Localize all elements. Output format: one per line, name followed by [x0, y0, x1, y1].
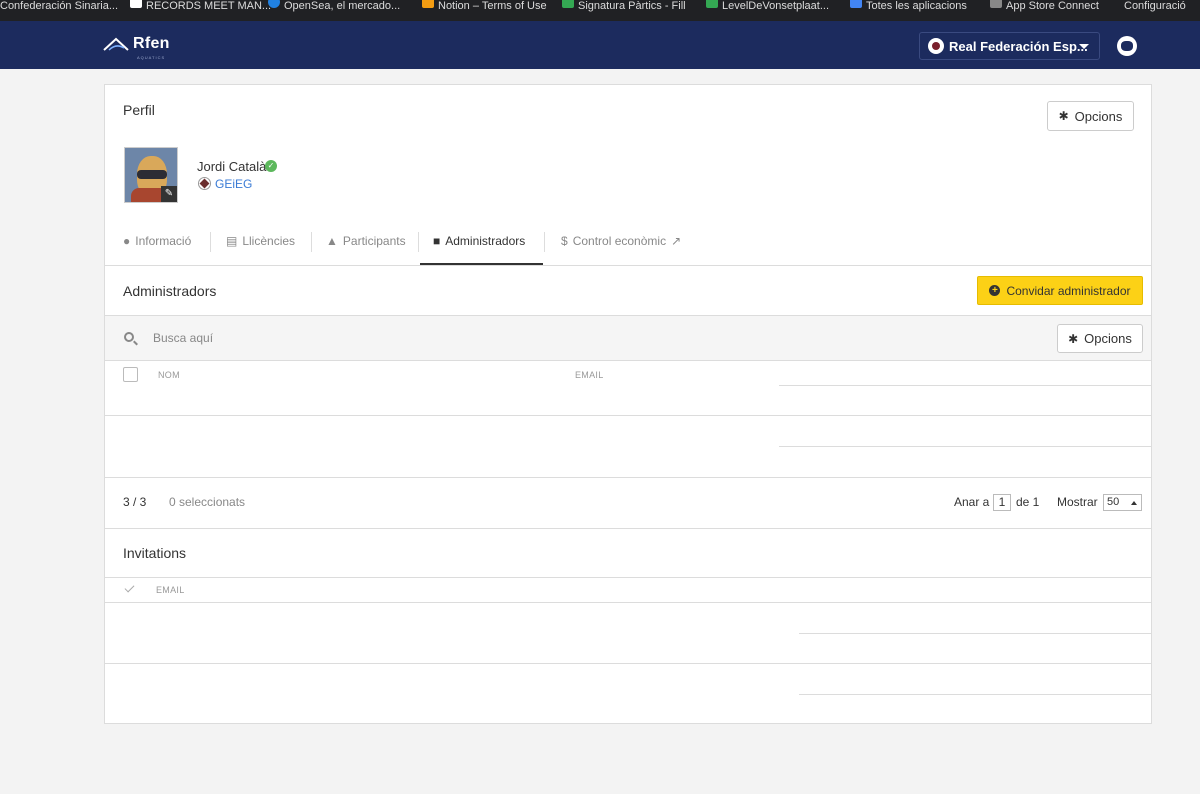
tab-separator	[311, 232, 312, 252]
results-count: 3 / 3	[123, 495, 147, 509]
bookmark-icon	[130, 0, 142, 8]
table-options-button[interactable]: ✱ Opcions	[1057, 324, 1143, 353]
briefcase-icon: ■	[433, 234, 441, 248]
gear-icon: ✱	[1058, 109, 1069, 123]
logo[interactable]: Rfen AQUATICS	[103, 35, 170, 60]
club-link[interactable]: GEiEG	[215, 177, 252, 191]
page-number-input[interactable]: 1	[993, 494, 1011, 511]
table-row-divider	[105, 477, 1151, 478]
column-header-name[interactable]: NOM	[158, 370, 180, 380]
id-card-icon: ▤	[226, 234, 238, 248]
invitations-section-title: Invitations	[123, 545, 187, 561]
wave-logo-icon	[103, 37, 129, 51]
search-input[interactable]	[153, 328, 553, 348]
bookmark-icon	[562, 0, 574, 8]
per-page-select[interactable]: 50	[1103, 494, 1142, 511]
organization-avatar	[928, 38, 944, 54]
profile-options-button[interactable]: ✱ Opcions	[1047, 101, 1134, 131]
divider	[105, 528, 1151, 529]
total-pages-label: de 1	[1016, 495, 1040, 509]
active-tab-indicator	[420, 263, 543, 265]
plus-circle-icon: +	[989, 285, 1001, 296]
bookmark-item[interactable]: RECORDS MEET MAN...	[130, 0, 271, 21]
tab-participants[interactable]: ▲ Participants	[326, 234, 406, 248]
tab-administradors[interactable]: ■ Administradors	[433, 234, 525, 248]
column-header-email[interactable]: EMAIL	[575, 370, 604, 380]
edit-pencil-icon[interactable]: ✎	[161, 186, 177, 202]
caret-up-icon	[1131, 501, 1137, 505]
logo-text: Rfen	[133, 35, 170, 52]
bookmark-item[interactable]: Totes les aplicacions	[850, 0, 967, 21]
tab-informacio[interactable]: ● Informació	[123, 234, 191, 248]
thumbs-up-icon: ▲	[326, 234, 338, 248]
table-row-divider	[105, 602, 1151, 603]
divider	[105, 577, 1151, 578]
bookmark-item[interactable]: Signatura Pàrtics - Fill	[562, 0, 686, 21]
select-all-checkbox[interactable]	[123, 367, 138, 382]
tab-bar: ● Informació ▤ Llicències ▲ Participants…	[105, 222, 1151, 266]
bookmark-icon	[990, 0, 1002, 8]
logo-subtitle: AQUATICS	[137, 55, 166, 60]
admins-section-title: Administradors	[123, 283, 217, 299]
bookmark-icon	[850, 0, 862, 8]
column-header-email[interactable]: EMAIL	[156, 585, 185, 595]
search-icon	[124, 332, 134, 342]
table-row-divider	[799, 633, 1151, 634]
page-title: Perfil	[123, 102, 155, 118]
top-navbar: Rfen AQUATICS Real Federación Esp...	[0, 21, 1200, 69]
bookmark-icon	[422, 0, 434, 8]
organization-selector[interactable]: Real Federación Esp...	[919, 32, 1100, 60]
bookmark-icon	[268, 0, 280, 8]
tab-separator	[418, 232, 419, 252]
dollar-icon: $	[561, 234, 568, 248]
bookmark-item[interactable]: Notion – Terms of Use	[422, 0, 547, 21]
bookmarks-bar: Confederación Sinaria... RECORDS MEET MA…	[0, 0, 1200, 21]
info-icon: ●	[123, 234, 131, 248]
tab-control-economic[interactable]: $ Control econòmic ↗	[561, 234, 681, 248]
tab-separator	[544, 232, 545, 252]
check-icon	[124, 582, 135, 593]
gear-icon: ✱	[1068, 331, 1079, 346]
goto-page-label: Anar a	[954, 495, 990, 509]
bookmark-item[interactable]: Confederación Sinaria...	[0, 0, 118, 21]
table-row-divider	[105, 663, 1151, 664]
caret-down-icon	[1079, 44, 1089, 49]
bookmark-item[interactable]: Configuració	[1124, 0, 1186, 21]
table-row-divider	[799, 694, 1151, 695]
bookmark-icon	[706, 0, 718, 8]
club-logo-icon	[198, 177, 211, 190]
external-link-icon: ↗	[671, 234, 682, 248]
tab-separator	[210, 232, 211, 252]
invite-admin-button[interactable]: + Convidar administrador	[977, 276, 1143, 305]
tab-llicencies[interactable]: ▤ Llicències	[226, 234, 295, 248]
selected-count: 0 seleccionats	[169, 495, 246, 509]
show-label: Mostrar	[1057, 495, 1098, 509]
bookmark-item[interactable]: LevelDeVonsetplaat...	[706, 0, 829, 21]
chat-icon[interactable]	[1117, 36, 1137, 56]
table-row-divider	[779, 446, 1151, 447]
bookmark-item[interactable]: App Store Connect	[990, 0, 1099, 21]
table-row-divider	[105, 415, 1151, 416]
bookmark-item[interactable]: OpenSea, el mercado...	[268, 0, 400, 21]
table-row-divider	[779, 385, 1151, 386]
avatar[interactable]: ✎	[124, 147, 178, 203]
user-name: Jordi Català	[197, 159, 267, 174]
search-bar: ✱ Opcions	[105, 316, 1151, 361]
avatar-goggles	[137, 170, 167, 179]
profile-card: Perfil ✱ Opcions ✎ Jordi Català ✓ GEiEG …	[104, 84, 1152, 724]
organization-name: Real Federación Esp...	[949, 38, 1088, 54]
verified-check-icon: ✓	[265, 160, 277, 172]
